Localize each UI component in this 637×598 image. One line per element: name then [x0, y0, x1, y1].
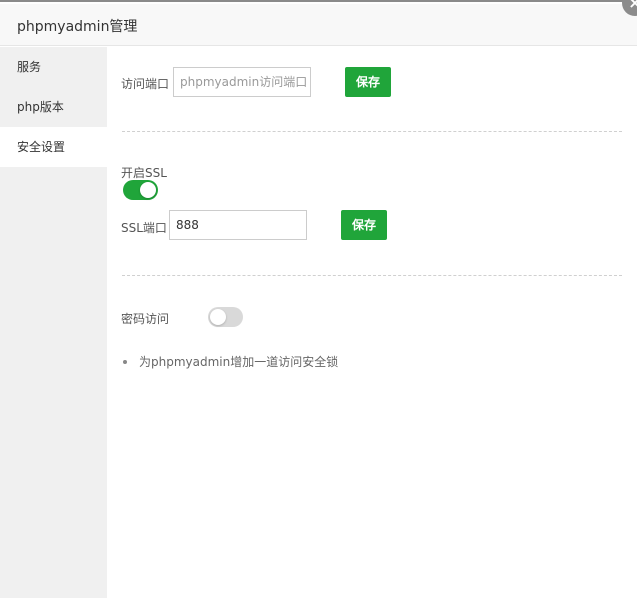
password-access-label: 密码访问: [121, 312, 170, 326]
ssl-toggle-label: 开启SSL: [121, 166, 167, 180]
password-access-toggle[interactable]: [208, 307, 243, 327]
access-port-input[interactable]: [173, 67, 311, 97]
tip-item: 为phpmyadmin增加一道访问安全锁: [123, 353, 338, 370]
ssl-port-save-button[interactable]: 保存: [341, 210, 387, 240]
access-port-save-button[interactable]: 保存: [345, 67, 391, 97]
sidebar-item-security-settings[interactable]: 安全设置: [0, 127, 107, 167]
dialog-title: phpmyadmin管理: [17, 19, 138, 35]
ssl-port-input[interactable]: [169, 210, 307, 240]
toggle-knob: [140, 182, 156, 198]
phpmyadmin-dialog: phpmyadmin管理 × 服务 php版本 安全设置 访问端口 保存 开启S…: [0, 0, 637, 598]
security-settings-panel: 访问端口 保存 开启SSL SSL端口 保存 密码访问 为phpmyadmin增…: [107, 47, 637, 598]
access-port-label: 访问端口: [121, 77, 170, 91]
sidebar: 服务 php版本 安全设置: [0, 47, 107, 598]
section-divider: [122, 275, 622, 276]
ssl-toggle[interactable]: [123, 180, 158, 200]
ssl-port-label: SSL端口: [121, 221, 167, 235]
title-bar: phpmyadmin管理: [0, 4, 637, 46]
section-divider: [122, 131, 622, 132]
sidebar-item-php-version[interactable]: php版本: [0, 87, 107, 127]
sidebar-item-service[interactable]: 服务: [0, 47, 107, 87]
toggle-knob: [210, 309, 226, 325]
bullet-icon: [123, 359, 127, 364]
tip-text: 为phpmyadmin增加一道访问安全锁: [139, 355, 339, 369]
